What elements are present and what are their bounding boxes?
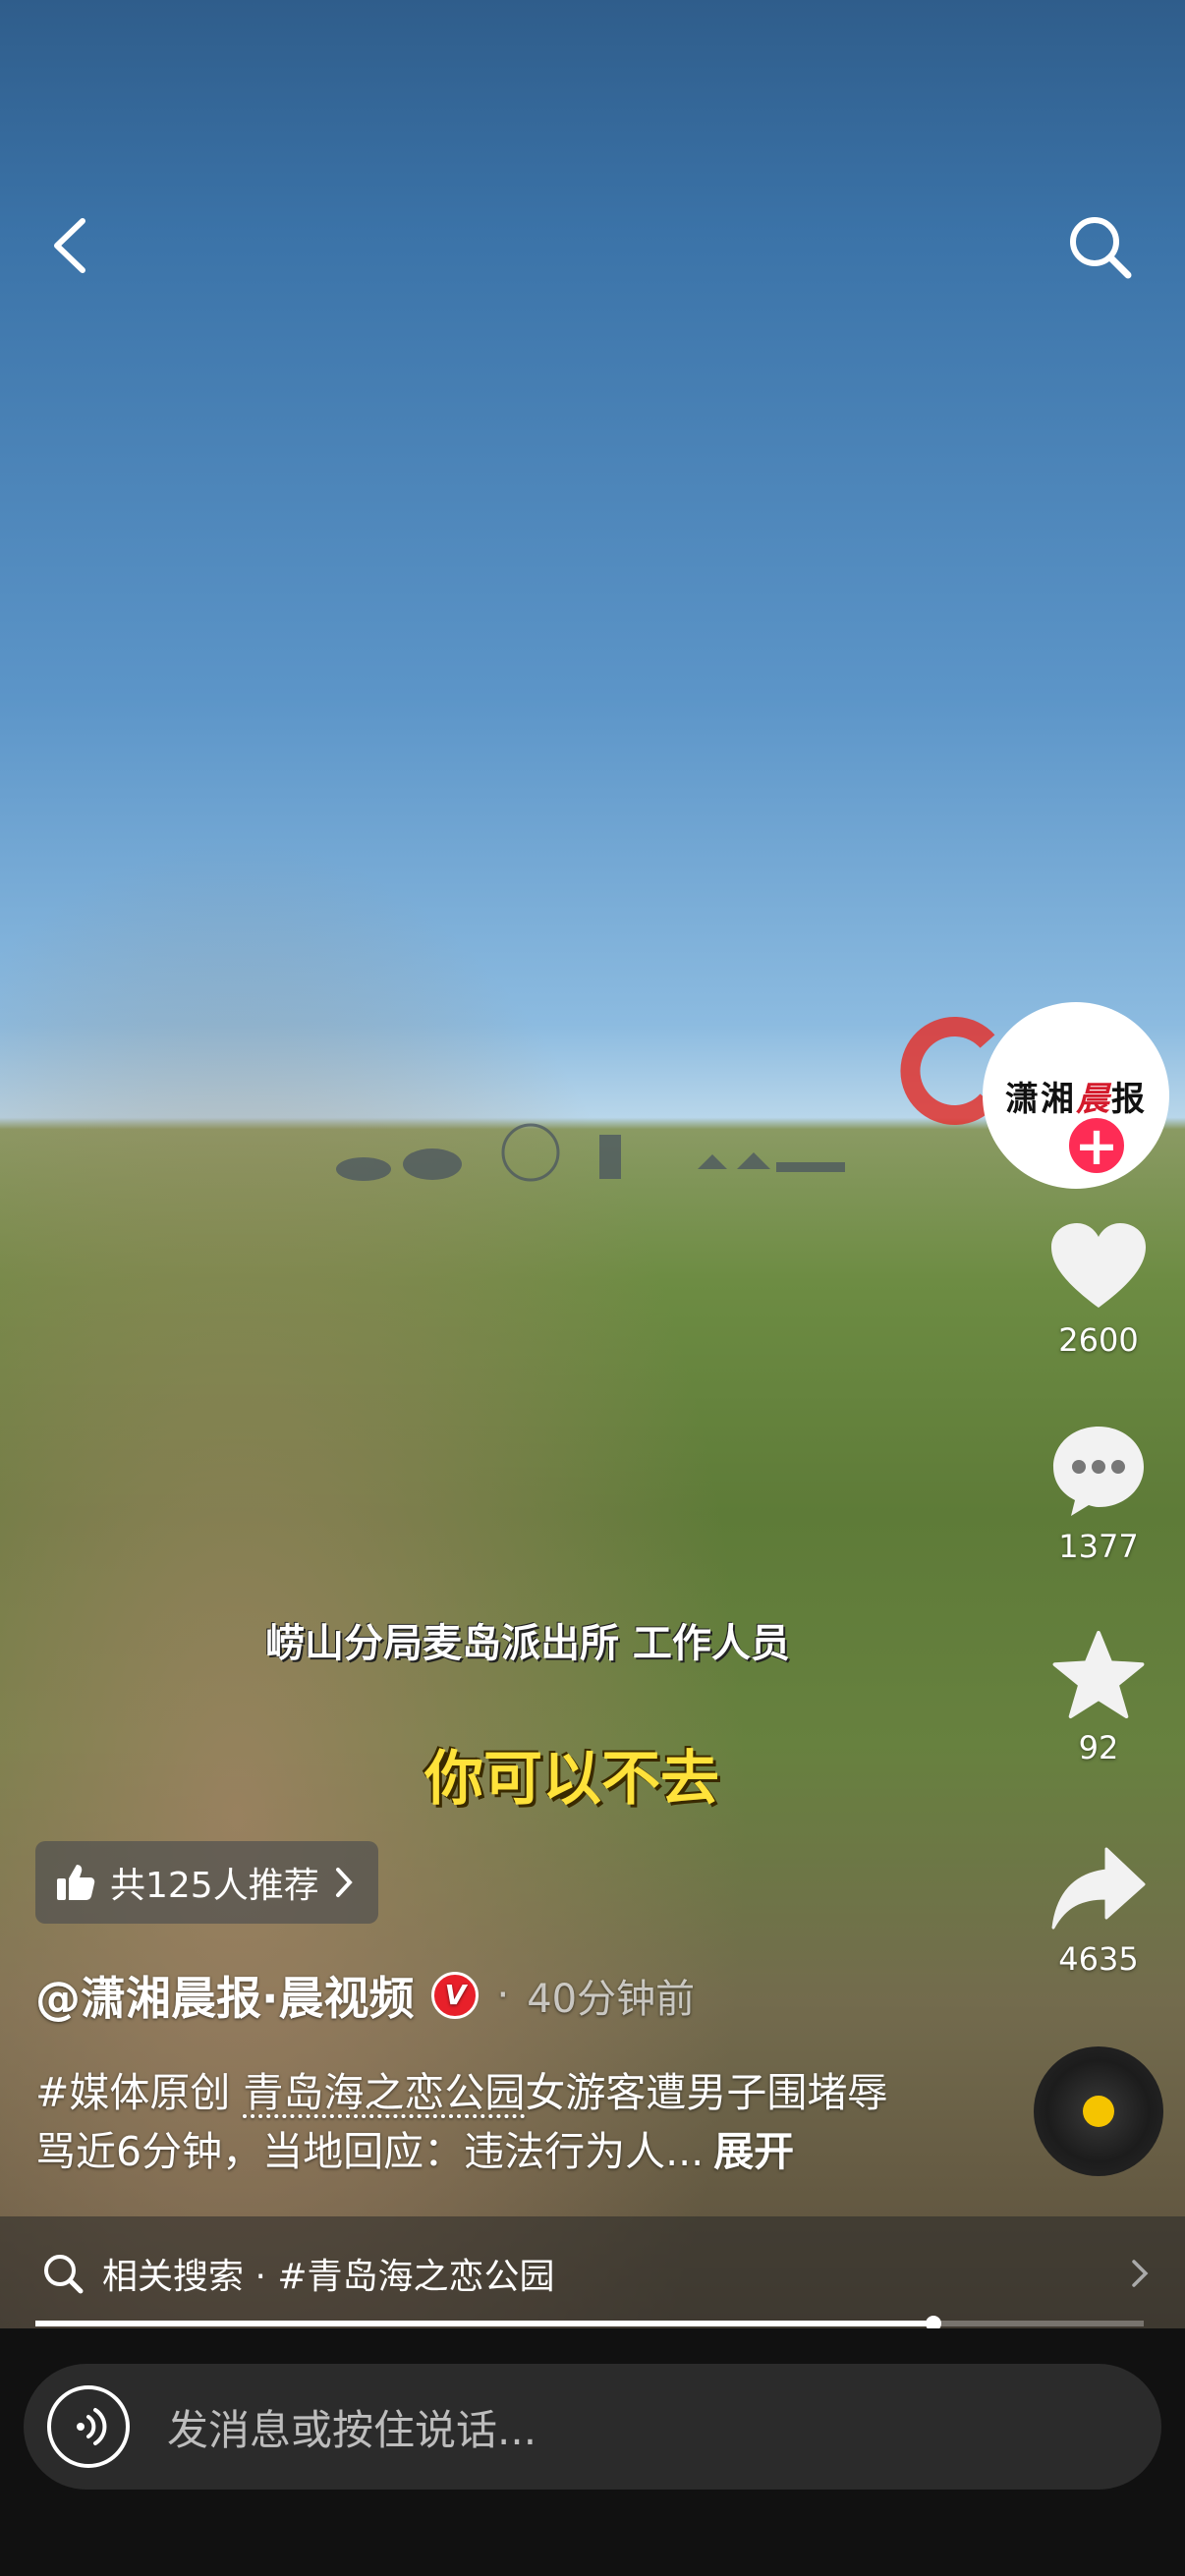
location-link[interactable]: 青岛海之恋公园: [243, 2069, 525, 2116]
avatar-text: 潇湘: [1005, 1079, 1076, 1119]
avatar-text-accent: 晨: [1076, 1079, 1111, 1119]
video-progress-bar[interactable]: [35, 2316, 1144, 2331]
search-icon: [44, 2255, 84, 2294]
post-time: 40分钟前: [527, 1977, 696, 2022]
share-count: 4635: [1058, 1940, 1139, 1978]
related-search-text: 相关搜索 · #青岛海之恋公园: [102, 2257, 555, 2297]
like-count: 2600: [1058, 1321, 1139, 1359]
author-row[interactable]: @潇湘晨报·晨视频 V · 40分钟前: [35, 1963, 695, 2028]
music-disc-center: [1083, 2096, 1114, 2127]
author-name[interactable]: @潇湘晨报·晨视频: [35, 1963, 414, 2028]
follow-button[interactable]: +: [1066, 1115, 1127, 1176]
back-icon[interactable]: [41, 211, 100, 280]
verified-badge-icon: V: [431, 1972, 480, 2019]
favorite-button[interactable]: 92: [1020, 1631, 1177, 1766]
comment-icon: [1053, 1427, 1144, 1516]
recommend-chip[interactable]: 共125人推荐: [35, 1841, 378, 1924]
hashtag[interactable]: #媒体原创: [35, 2069, 230, 2116]
video-description: #媒体原创 青岛海之恋公园女游客遭男子围堵辱骂近6分钟，当地回应：违法行为人..…: [35, 2063, 920, 2181]
message-input[interactable]: 发消息或按住说话...: [24, 2364, 1161, 2490]
star-icon: [1052, 1631, 1145, 1719]
separator-dot: ·: [496, 1973, 510, 2018]
search-icon[interactable]: [1061, 208, 1140, 287]
voice-input-icon[interactable]: [47, 2385, 130, 2468]
music-disc-icon[interactable]: [1034, 2046, 1163, 2176]
thumbs-up-icon: [57, 1865, 95, 1900]
chevron-right-icon: [335, 1868, 353, 1897]
heart-icon: [1051, 1223, 1146, 1308]
like-button[interactable]: 2600: [1020, 1223, 1177, 1359]
share-arrow-icon: [1051, 1847, 1146, 1930]
bottom-bar: 发消息或按住说话...: [0, 2328, 1185, 2576]
share-button[interactable]: 4635: [1020, 1847, 1177, 1978]
progress-fill: [35, 2321, 933, 2326]
comment-count: 1377: [1058, 1528, 1139, 1565]
avatar-text-end: 报: [1111, 1079, 1147, 1119]
message-placeholder: 发消息或按住说话...: [167, 2405, 537, 2454]
favorite-count: 92: [1078, 1729, 1119, 1766]
sound-wave-icon: [77, 2408, 107, 2445]
comment-button[interactable]: 1377: [1020, 1425, 1177, 1565]
recommend-label: 共125人推荐: [110, 1866, 319, 1906]
skyline-silhouette: [336, 1123, 845, 1182]
video-subtitle-main: 你可以不去: [424, 1745, 719, 1814]
chevron-right-icon: [1132, 2260, 1149, 2287]
video-subtitle-top: 崂山分局麦岛派出所 工作人员: [265, 1621, 790, 1666]
related-search-bar[interactable]: 相关搜索 · #青岛海之恋公园: [0, 2216, 1185, 2330]
expand-button[interactable]: 展开: [713, 2128, 794, 2175]
